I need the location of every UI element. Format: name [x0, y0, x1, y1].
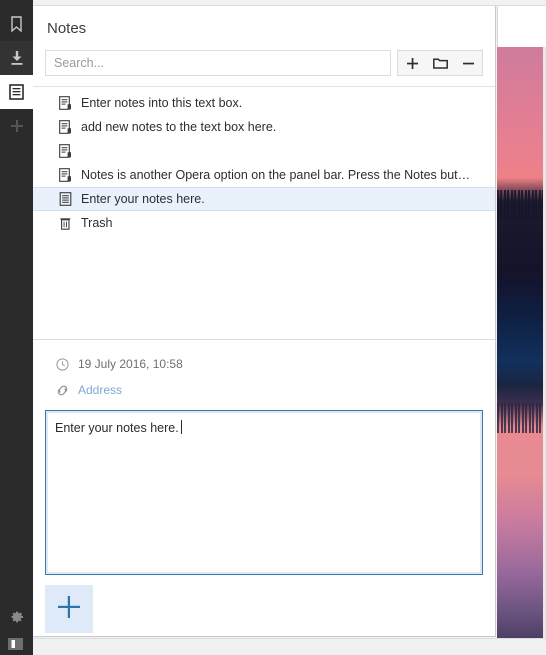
clock-icon [55, 357, 69, 371]
note-address-link[interactable]: Address [78, 383, 122, 397]
note-detail: 19 July 2016, 10:58 Address Enter your n… [33, 339, 495, 636]
gear-icon [9, 609, 25, 630]
new-folder-button[interactable] [426, 51, 454, 75]
plus-icon [10, 119, 24, 133]
list-item-label: Enter your notes here. [81, 192, 205, 206]
download-icon [9, 50, 25, 67]
add-note-bar [45, 575, 483, 633]
list-item-label: Trash [81, 216, 113, 230]
notes-list: Enter notes into this text box. add new … [33, 87, 495, 235]
new-note-button[interactable] [398, 51, 426, 75]
minus-icon [462, 58, 474, 69]
link-icon [55, 383, 69, 397]
text-caret [180, 420, 182, 434]
sidebar-item-bookmarks[interactable] [0, 7, 33, 41]
delete-note-button[interactable] [454, 51, 482, 75]
sidebar-panel-toggle[interactable] [0, 637, 33, 655]
browser-toolbar-strip [497, 0, 546, 47]
list-item[interactable] [33, 139, 495, 163]
notes-icon [9, 84, 24, 100]
notes-toolbar [45, 40, 483, 86]
list-item[interactable]: add new notes to the text box here. [33, 115, 495, 139]
list-item[interactable]: Enter notes into this text box. [33, 91, 495, 115]
list-item-label: Notes is another Opera option on the pan… [81, 168, 471, 182]
status-bar [33, 638, 546, 655]
note-bookmark-icon [57, 95, 73, 111]
note-date-row: 19 July 2016, 10:58 [45, 354, 483, 374]
list-item-selected[interactable]: Enter your notes here. [33, 187, 495, 211]
add-note-button[interactable] [45, 585, 93, 633]
sidebar-item-downloads[interactable] [0, 41, 33, 75]
note-text: Enter your notes here. [55, 421, 179, 435]
sidebar-item-notes[interactable] [0, 75, 33, 109]
folder-icon [432, 57, 448, 69]
search-input[interactable] [54, 56, 382, 70]
note-bookmark-icon [57, 143, 73, 159]
note-bookmark-icon [57, 167, 73, 183]
notes-list-container[interactable]: Enter notes into this text box. add new … [33, 86, 495, 339]
treeline-reflection [497, 403, 546, 434]
sidebar-item-settings[interactable] [0, 601, 33, 637]
panel-toggle-icon [8, 637, 23, 655]
note-text-editor[interactable]: Enter your notes here. [45, 410, 483, 575]
bookmark-icon [9, 15, 24, 33]
note-date: 19 July 2016, 10:58 [78, 357, 183, 371]
toolbar-button-group [397, 50, 483, 76]
list-item[interactable]: Notes is another Opera option on the pan… [33, 163, 495, 187]
sidebar-item-add-panel[interactable] [0, 109, 33, 143]
opera-notes-panel-window: Notes Search... Enter notes into this te… [0, 0, 546, 655]
list-item-trash[interactable]: Trash [33, 211, 495, 235]
desktop-wallpaper [497, 47, 546, 641]
note-address-row[interactable]: Address [45, 380, 483, 400]
plus-icon [406, 57, 418, 69]
note-bookmark-icon [57, 119, 73, 135]
treeline-silhouette [497, 189, 546, 220]
list-item-label: Enter notes into this text box. [81, 96, 243, 110]
note-document-icon [57, 191, 73, 207]
search-box[interactable] [45, 50, 391, 76]
plus-icon [56, 594, 82, 625]
panel-sidebar [0, 0, 33, 655]
panel-header: Notes [33, 6, 495, 86]
list-item-label: add new notes to the text box here. [81, 120, 277, 134]
notes-panel: Notes Search... Enter notes into this te… [33, 6, 496, 637]
page-title: Notes [47, 20, 87, 37]
trash-icon [57, 215, 73, 231]
